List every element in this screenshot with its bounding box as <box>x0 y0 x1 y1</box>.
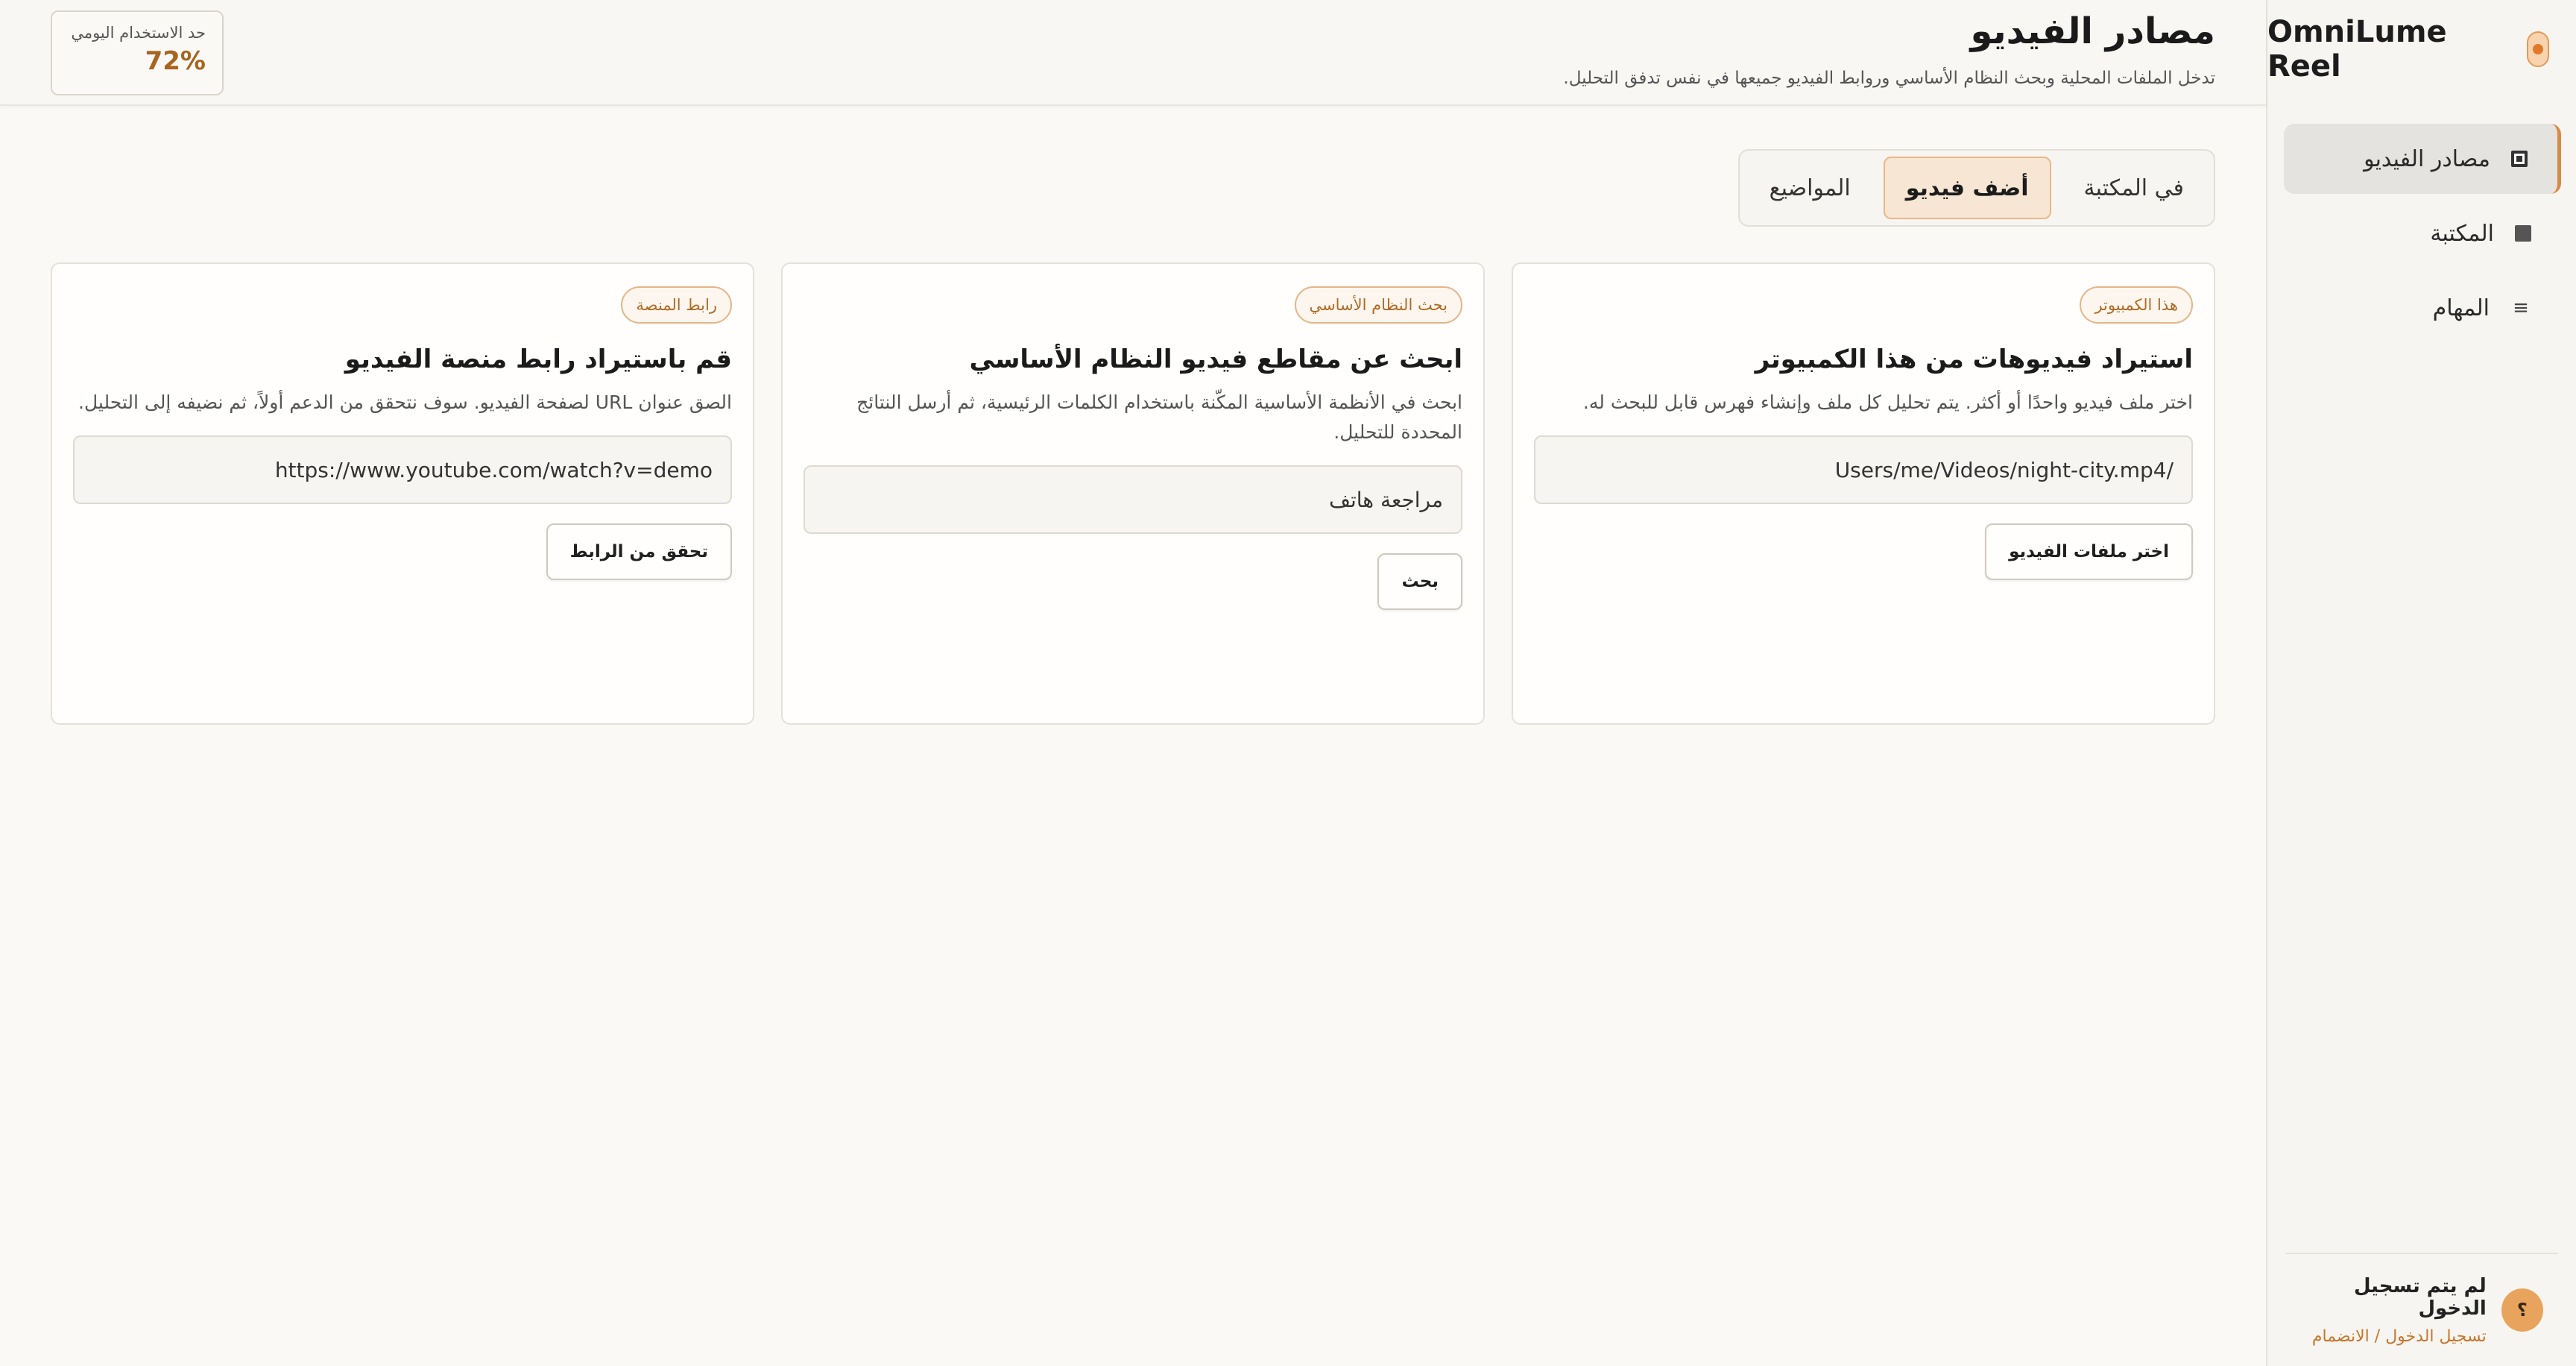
list-icon: ≡ <box>2513 297 2529 319</box>
page-subtitle: تدخل الملفات المحلية وبحث النظام الأساسي… <box>1563 69 2215 88</box>
sidebar-item-label: المكتبة <box>2430 220 2494 247</box>
card-platform-search: بحث النظام الأساسي ابحث عن مقاطع فيديو ا… <box>781 262 1485 725</box>
brand-logo-icon <box>2527 31 2549 67</box>
card-title: قم باستيراد رابط منصة الفيديو <box>344 344 732 374</box>
status-badge: رابط المنصة <box>621 286 732 324</box>
brand: OmniLume Reel <box>2267 15 2549 84</box>
account-text: لم يتم تسجيل الدخول تسجيل الدخول / الانض… <box>2285 1275 2487 1346</box>
search-input[interactable] <box>804 465 1462 534</box>
source-tabs: في المكتبة أضف فيديو المواضيع <box>1737 149 2215 227</box>
url-input[interactable] <box>73 435 732 504</box>
square-outline-icon <box>2511 151 2528 167</box>
status-badge: بحث النظام الأساسي <box>1294 286 1462 324</box>
tab-add-video[interactable]: أضف فيديو <box>1883 157 2051 219</box>
card-local-import: هذا الكمبيوتر استيراد فيديوهات من هذا ال… <box>1512 262 2215 725</box>
login-link[interactable]: تسجيل الدخول / الانضمام <box>2285 1327 2487 1346</box>
search-button[interactable]: بحث <box>1377 553 1462 610</box>
card-title: استيراد فيديوهات من هذا الكمبيوتر <box>1755 344 2193 374</box>
brand-name: OmniLume Reel <box>2267 15 2447 84</box>
tab-in-library[interactable]: في المكتبة <box>2062 157 2206 219</box>
sidebar-nav: مصادر الفيديو المكتبة ≡ المهام <box>2266 124 2576 347</box>
quota-value: 72% <box>145 46 206 76</box>
file-path-input[interactable] <box>1534 435 2193 504</box>
page-header: مصادر الفيديو تدخل الملفات المحلية وبحث … <box>0 0 2266 106</box>
verify-link-button[interactable]: تحقق من الرابط <box>546 523 732 580</box>
card-link-import: رابط المنصة قم باستيراد رابط منصة الفيدي… <box>51 262 754 725</box>
tab-topics[interactable]: المواضيع <box>1747 157 1873 219</box>
choose-files-button[interactable]: اختر ملفات الفيديو <box>1985 523 2193 580</box>
daily-quota-badge: حد الاستخدام اليومي 72% <box>51 10 224 95</box>
app-window: OmniLume Reel مصادر الفيديو المكتبة ≡ ال… <box>0 0 2576 1366</box>
sidebar-item-label: مصادر الفيديو <box>2364 145 2490 172</box>
card-description: الصق عنوان URL لصفحة الفيديو. سوف نتحقق … <box>78 391 732 413</box>
sidebar-item-library[interactable]: المكتبة <box>2284 198 2561 268</box>
sidebar-item-video-sources[interactable]: مصادر الفيديو <box>2284 124 2561 194</box>
page-title: مصادر الفيديو <box>1970 10 2215 52</box>
sidebar: OmniLume Reel مصادر الفيديو المكتبة ≡ ال… <box>2266 0 2576 1366</box>
source-cards: هذا الكمبيوتر استيراد فيديوهات من هذا ال… <box>51 262 2215 725</box>
card-title: ابحث عن مقاطع فيديو النظام الأساسي <box>969 344 1462 374</box>
avatar[interactable]: ؟ <box>2501 1288 2543 1332</box>
quota-label: حد الاستخدام اليومي <box>71 24 206 42</box>
sidebar-item-label: المهام <box>2432 295 2490 321</box>
card-description: ابحث في الأنظمة الأساسية المكّنة باستخدا… <box>856 391 1462 443</box>
status-badge: هذا الكمبيوتر <box>2080 286 2193 324</box>
account-panel: ؟ لم يتم تسجيل الدخول تسجيل الدخول / الا… <box>2285 1253 2558 1366</box>
main-content: في المكتبة أضف فيديو المواضيع هذا الكمبي… <box>0 106 2266 1366</box>
card-description: اختر ملف فيديو واحدًا أو أكثر. يتم تحليل… <box>1582 391 2193 413</box>
square-icon <box>2515 225 2531 242</box>
login-status: لم يتم تسجيل الدخول <box>2353 1274 2487 1320</box>
sidebar-item-tasks[interactable]: ≡ المهام <box>2284 273 2561 343</box>
